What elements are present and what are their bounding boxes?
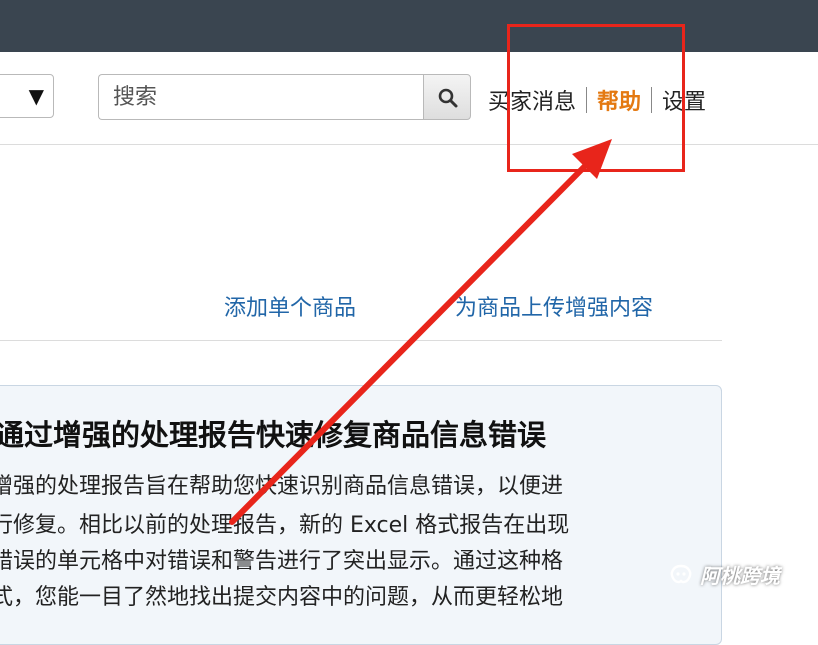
annotation-arrow bbox=[229, 139, 612, 525]
watermark: 阿桃跨境 bbox=[668, 560, 780, 588]
peach-icon bbox=[670, 564, 692, 584]
watermark-text: 阿桃跨境 bbox=[700, 563, 780, 588]
